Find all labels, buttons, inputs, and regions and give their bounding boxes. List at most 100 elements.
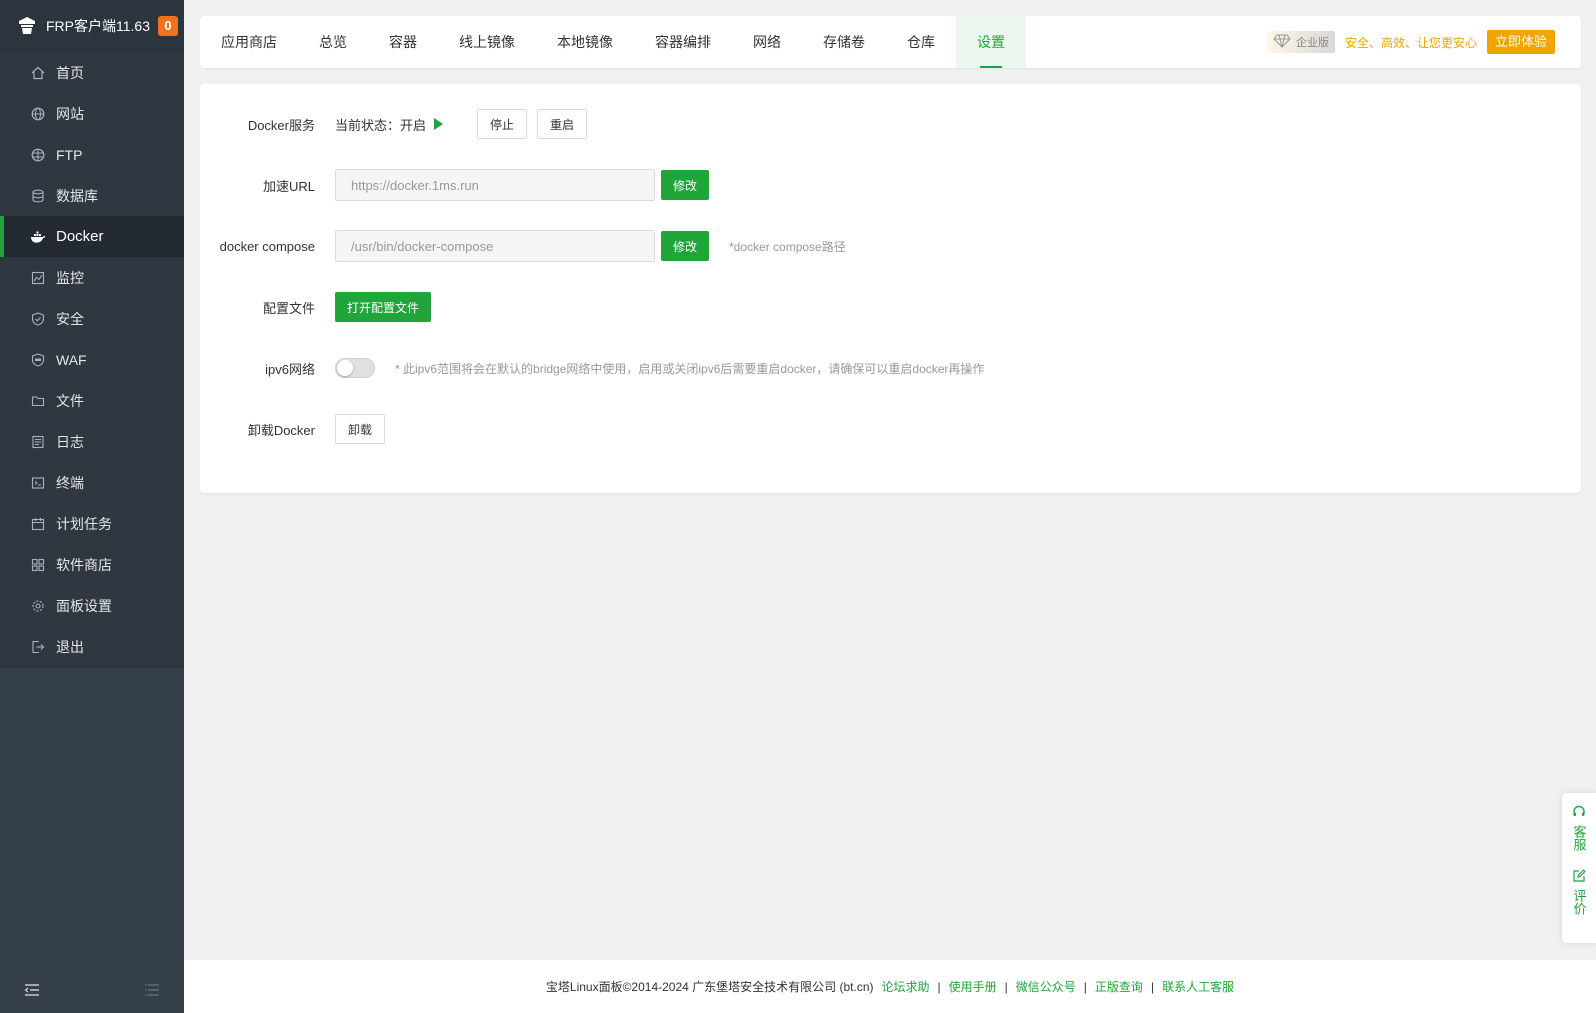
manual-link[interactable]: 使用手册 <box>949 978 997 995</box>
sidebar-footer <box>0 969 184 1013</box>
app-title[interactable]: FRP客户端11.63 <box>46 16 150 36</box>
shield-icon <box>30 311 46 327</box>
toggle-knob <box>337 360 353 376</box>
sidebar-item-label: 面板设置 <box>56 597 112 614</box>
floating-support: 客服 评价 <box>1562 793 1596 943</box>
sidebar-item-website[interactable]: 网站 <box>0 93 184 134</box>
sidebar-item-cron[interactable]: 计划任务 <box>0 503 184 544</box>
sidebar-item-logout[interactable]: 退出 <box>0 626 184 667</box>
sidebar-item-logs[interactable]: 日志 <box>0 421 184 462</box>
sidebar-item-label: 首页 <box>56 64 84 81</box>
sidebar-item-label: FTP <box>56 146 83 163</box>
sidebar-item-label: 日志 <box>56 433 84 450</box>
docker-settings-panel: Docker服务 当前状态：开启 停止 重启 加速URL https://doc… <box>200 84 1581 493</box>
tab-local-images[interactable]: 本地镜像 <box>536 16 634 68</box>
sidebar-item-docker[interactable]: Docker <box>0 216 184 257</box>
apps-grid-icon <box>30 557 46 573</box>
sidebar-item-home[interactable]: 首页 <box>0 52 184 93</box>
wechat-link[interactable]: 微信公众号 <box>1016 978 1076 995</box>
sidebar-header: FRP客户端11.63 0 <box>0 0 184 52</box>
bt-logo-icon <box>16 15 38 37</box>
stop-button[interactable]: 停止 <box>477 109 528 139</box>
copyright-text: 宝塔Linux面板©2014-2024 广东堡塔安全技术有限公司 (bt.cn) <box>545 980 874 994</box>
ipv6-toggle[interactable] <box>335 358 375 378</box>
open-config-button[interactable]: 打开配置文件 <box>335 292 432 322</box>
tab-network[interactable]: 网络 <box>732 16 802 68</box>
compose-label: docker compose <box>219 238 315 254</box>
home-icon <box>30 65 46 81</box>
config-file-label: 配置文件 <box>262 300 315 316</box>
sidebar-item-label: WAF <box>56 351 87 368</box>
docker-status-text: 当前状态：开启 <box>335 117 427 133</box>
sidebar-item-monitor[interactable]: 监控 <box>0 257 184 298</box>
enterprise-badge: 企业版 <box>1266 31 1335 53</box>
review-label: 评价 <box>1571 889 1587 915</box>
sidebar-item-waf[interactable]: WAF <box>0 339 184 380</box>
compose-row: docker compose /usr/bin/docker-compose 修… <box>200 229 1581 263</box>
ipv6-row: ipv6网络 * 此ipv6范围将会在默认的bridge网络中使用，启用或关闭i… <box>200 351 1581 385</box>
sidebar-item-label: 软件商店 <box>56 556 112 573</box>
docker-tabs-bar: 应用商店 总览 容器 线上镜像 本地镜像 容器编排 网络 存储卷 仓库 设置 企… <box>200 16 1581 68</box>
promo-slogan: 安全、高效、让您更安心 <box>1344 35 1477 50</box>
sidebar-item-label: 计划任务 <box>56 515 112 532</box>
sidebar-item-panel-settings[interactable]: 面板设置 <box>0 585 184 626</box>
try-now-button[interactable]: 立即体验 <box>1486 30 1555 54</box>
sidebar-item-label: 文件 <box>56 392 84 409</box>
mirror-url-row: 加速URL https://docker.1ms.run 修改 <box>200 168 1581 202</box>
tab-volumes[interactable]: 存储卷 <box>802 16 886 68</box>
tab-containers[interactable]: 容器 <box>368 16 438 68</box>
log-icon <box>30 434 46 450</box>
mirror-url-label: 加速URL <box>262 178 315 194</box>
sidebar-item-files[interactable]: 文件 <box>0 380 184 421</box>
tab-compose[interactable]: 容器编排 <box>634 16 732 68</box>
uninstall-label: 卸载Docker <box>247 422 315 438</box>
enterprise-label: 企业版 <box>1295 37 1329 49</box>
ipv6-label: ipv6网络 <box>265 361 315 377</box>
sidebar-item-label: 网站 <box>56 105 84 122</box>
forum-link[interactable]: 论坛求助 <box>882 978 930 995</box>
uninstall-row: 卸载Docker 卸载 <box>200 412 1581 446</box>
globe-icon <box>30 106 46 122</box>
docker-whale-icon <box>30 229 46 245</box>
ipv6-hint: * 此ipv6范围将会在默认的bridge网络中使用，启用或关闭ipv6后需要重… <box>395 361 985 376</box>
customer-service-button[interactable]: 客服 <box>1572 793 1587 851</box>
contact-support-link[interactable]: 联系人工客服 <box>1162 978 1234 995</box>
footer-separator: | <box>1150 979 1155 994</box>
footer-separator: | <box>1083 979 1087 994</box>
review-button[interactable]: 评价 <box>1572 851 1587 915</box>
compose-path-input[interactable]: /usr/bin/docker-compose <box>335 230 655 262</box>
mirror-url-modify-button[interactable]: 修改 <box>661 170 710 200</box>
customer-service-label: 客服 <box>1571 825 1587 851</box>
mirror-url-input[interactable]: https://docker.1ms.run <box>335 169 655 201</box>
monitor-chart-icon <box>30 270 46 286</box>
sidebar-item-terminal[interactable]: 终端 <box>0 462 184 503</box>
sidebar-item-label: 数据库 <box>56 187 98 204</box>
license-check-link[interactable]: 正版查询 <box>1095 978 1143 995</box>
tab-settings[interactable]: 设置 <box>956 16 1026 68</box>
sidebar-item-label: 监控 <box>56 269 84 286</box>
gear-icon <box>30 598 46 614</box>
tab-registry[interactable]: 仓库 <box>886 16 956 68</box>
ftp-globe-icon <box>30 147 46 163</box>
folder-icon <box>30 393 46 409</box>
footer-separator: | <box>1004 979 1008 994</box>
menu-list-icon[interactable] <box>144 983 160 1000</box>
calendar-icon <box>30 516 46 532</box>
sidebar-item-ftp[interactable]: FTP <box>0 134 184 175</box>
notification-badge[interactable]: 0 <box>158 16 178 36</box>
uninstall-button[interactable]: 卸载 <box>335 414 386 444</box>
sidebar-item-database[interactable]: 数据库 <box>0 175 184 216</box>
sidebar-item-software-store[interactable]: 软件商店 <box>0 544 184 585</box>
sidebar-menu: 首页 网站 FTP 数据库 Docker 监控 安全 WAF 文件 日志 终端 … <box>0 52 184 668</box>
database-icon <box>30 188 46 204</box>
tab-overview[interactable]: 总览 <box>298 16 368 68</box>
tab-online-images[interactable]: 线上镜像 <box>438 16 536 68</box>
restart-button[interactable]: 重启 <box>537 109 588 139</box>
tab-app-store[interactable]: 应用商店 <box>200 16 298 68</box>
docker-service-label: Docker服务 <box>247 117 315 133</box>
collapse-sidebar-icon[interactable] <box>24 983 40 1000</box>
logout-icon <box>30 639 46 655</box>
sidebar-item-security[interactable]: 安全 <box>0 298 184 339</box>
page-footer: 宝塔Linux面板©2014-2024 广东堡塔安全技术有限公司 (bt.cn)… <box>184 960 1596 1013</box>
compose-modify-button[interactable]: 修改 <box>661 231 710 261</box>
